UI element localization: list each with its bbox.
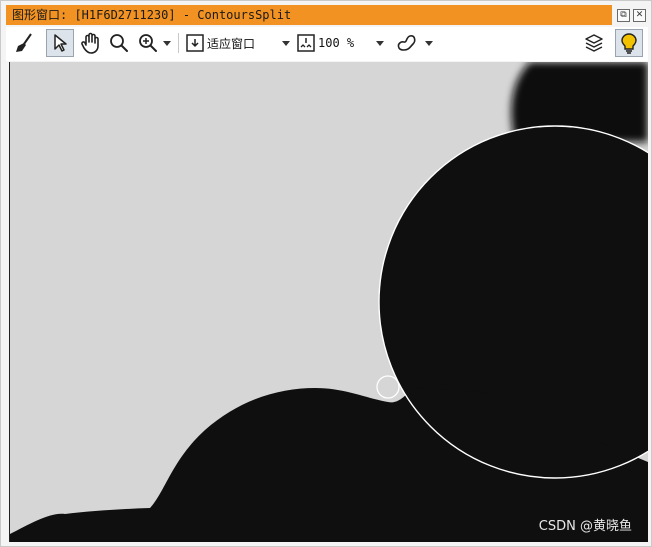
fit-mode-chevron-down-icon[interactable] bbox=[282, 41, 290, 46]
small-circle-contour bbox=[376, 375, 400, 399]
fit-window-icon bbox=[184, 29, 206, 57]
zoom-in-dropdown-chevron-icon[interactable] bbox=[163, 41, 171, 46]
zoom-level-select[interactable]: 100 % bbox=[318, 29, 374, 57]
lightbulb-icon[interactable] bbox=[615, 29, 643, 57]
close-icon[interactable]: ✕ bbox=[633, 9, 646, 22]
clear-brush-icon[interactable] bbox=[12, 29, 38, 57]
image-canvas[interactable]: CSDN @黄晓鱼 bbox=[9, 62, 648, 542]
zoom-level-icon bbox=[295, 29, 317, 57]
title-bar: 图形窗口: [H1F6D2711230] - ContoursSplit bbox=[6, 5, 612, 25]
fit-mode-label: 适应窗口 bbox=[207, 36, 256, 51]
magnifier-icon[interactable] bbox=[107, 29, 131, 57]
contour-image bbox=[10, 62, 648, 542]
pan-hand-icon[interactable] bbox=[78, 29, 104, 57]
fit-mode-select[interactable]: 适应窗口 bbox=[207, 29, 275, 57]
window-title: 图形窗口: [H1F6D2711230] - ContoursSplit bbox=[12, 8, 292, 22]
zoom-level-chevron-down-icon[interactable] bbox=[376, 41, 384, 46]
toolbar: 适应窗口 100 % bbox=[6, 27, 648, 61]
zoom-level-value: 100 % bbox=[318, 36, 355, 50]
watermark: CSDN @黄晓鱼 bbox=[538, 519, 632, 534]
region-draw-icon[interactable] bbox=[394, 29, 420, 57]
pointer-select-icon[interactable] bbox=[46, 29, 74, 57]
zoom-in-icon[interactable] bbox=[136, 29, 160, 57]
toolbar-divider bbox=[178, 33, 179, 53]
layers-icon[interactable] bbox=[581, 29, 607, 57]
graphics-window: 图形窗口: [H1F6D2711230] - ContoursSplit ⧉ ✕ bbox=[0, 0, 652, 547]
restore-icon[interactable]: ⧉ bbox=[617, 9, 630, 22]
region-draw-chevron-down-icon[interactable] bbox=[425, 41, 433, 46]
